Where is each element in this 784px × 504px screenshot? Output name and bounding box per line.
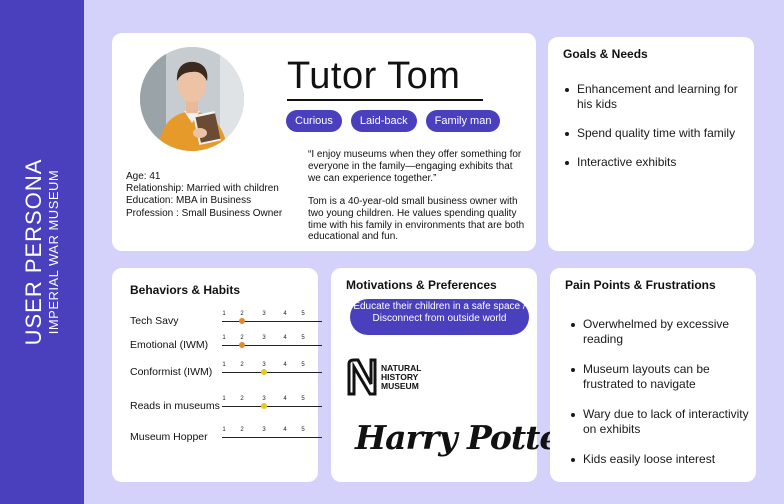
behavior-label: Emotional (IWM): [130, 339, 209, 351]
behavior-row: Emotional (IWM) 1 2 3 4 5: [130, 335, 322, 355]
scale-number: 4: [283, 396, 287, 402]
behavior-row: Museum Hopper 1 2 3 4 5: [130, 427, 322, 447]
scale-line: [222, 321, 322, 322]
persona-photo: [140, 47, 244, 151]
scale-line: [222, 406, 322, 407]
rating-dot: [261, 369, 267, 375]
scale-number: 2: [240, 427, 244, 433]
persona-name: Tutor Tom: [287, 55, 461, 97]
scale-number: 4: [283, 427, 287, 433]
motivations-card: Motivations & Preferences Educate their …: [331, 268, 577, 482]
scale-number: 5: [301, 396, 305, 402]
fact-education: Education: MBA in Business: [126, 195, 252, 207]
nhm-logo-text: NATURAL HISTORY MUSEUM: [381, 363, 421, 391]
list-item: Museum layouts can be frustrated to navi…: [571, 362, 751, 392]
persona-bio: Tom is a 40-year-old small business owne…: [308, 196, 525, 243]
scale-number: 5: [301, 362, 305, 368]
scale-number: 2: [240, 396, 244, 402]
scale-number: 3: [262, 335, 266, 341]
trait-tags: Curious Laid-back Family man: [286, 110, 501, 132]
scale-number: 1: [222, 311, 226, 317]
scale-number: 4: [283, 335, 287, 341]
scale-number: 4: [283, 311, 287, 317]
scale-number: 3: [262, 311, 266, 317]
behavior-label: Tech Savy: [130, 315, 179, 327]
fact-age: Age: 41: [126, 171, 161, 182]
natural-history-museum-logo: NATURAL HISTORY MUSEUM: [346, 358, 421, 396]
scale-number: 3: [262, 427, 266, 433]
list-item: Overwhelmed by excessive reading: [571, 317, 751, 347]
scale-line: [222, 345, 322, 346]
trait-tag: Laid-back: [350, 110, 417, 132]
museum-name: IMPERIAL WAR MUSEUM: [46, 169, 61, 335]
behavior-label: Museum Hopper: [130, 431, 208, 443]
motivations-title: Motivations & Preferences: [346, 278, 497, 292]
rating-dot: [239, 318, 245, 324]
name-underline: [287, 99, 483, 101]
persona-quote: “I enjoy museums when they offer somethi…: [308, 149, 522, 184]
rating-dot: [239, 342, 245, 348]
pain-points-title: Pain Points & Frustrations: [565, 278, 716, 292]
nhm-line: MUSEUM: [381, 380, 419, 391]
trait-tag: Family man: [425, 110, 501, 132]
scale-number: 3: [262, 396, 266, 402]
scale-line: [222, 437, 322, 438]
nhm-n-icon: [347, 358, 377, 396]
profile-card: Tutor Tom Curious Laid-back Family man A…: [112, 33, 536, 251]
persona-title: USER PERSONA: [21, 158, 46, 346]
fact-relationship: Relationship: Married with children: [126, 183, 279, 195]
harry-potter-logo: Harry Potter: [355, 418, 577, 457]
trait-tag: Curious: [286, 110, 342, 132]
behavior-label: Conformist (IWM): [130, 366, 213, 378]
behaviors-card: Behaviors & Habits Tech Savy 1 2 3 4 5 Emotion…: [112, 268, 322, 482]
rating-scale: 1 2 3 4 5: [222, 396, 322, 416]
list-item: Kids easily loose interest: [571, 452, 751, 467]
list-item: Enhancement and learning for his kids: [565, 82, 745, 112]
behaviors-title: Behaviors & Habits: [130, 283, 241, 297]
behavior-row: Conformist (IWM) 1 2 3 4 5: [130, 362, 322, 382]
pain-points-card: Pain Points & Frustrations Overwhelmed b…: [550, 268, 756, 482]
scale-number: 5: [301, 311, 305, 317]
goals-list: Enhancement and learning for his kids Sp…: [565, 82, 745, 170]
scale-number: 1: [222, 396, 226, 402]
avatar: [140, 47, 244, 151]
scale-number: 2: [240, 362, 244, 368]
list-item: Wary due to lack of interactivity on exh…: [571, 407, 751, 437]
motivation-pill: Educate their children in a safe space /…: [350, 299, 529, 335]
scale-number: 4: [283, 362, 287, 368]
rating-scale: 1 2 3 4 5: [222, 427, 322, 447]
goals-card: Goals & Needs Enhancement and learning f…: [548, 37, 754, 251]
scale-line: [222, 372, 322, 373]
rating-scale: 1 2 3 4 5: [222, 335, 322, 355]
sidebar-heading: USER PERSONA IMPERIAL WAR MUSEUM: [21, 158, 62, 346]
sidebar: USER PERSONA IMPERIAL WAR MUSEUM: [0, 0, 84, 504]
rating-dot: [261, 403, 267, 409]
behavior-row: Reads in museums 1 2 3 4 5: [130, 396, 322, 416]
list-item: Interactive exhibits: [565, 155, 745, 170]
persona-facts: Age: 41 Relationship: Married with child…: [126, 171, 282, 220]
list-item: Spend quality time with family: [565, 126, 745, 141]
behavior-row: Tech Savy 1 2 3 4 5: [130, 311, 322, 331]
rating-scale: 1 2 3 4 5: [222, 362, 322, 382]
scale-number: 2: [240, 311, 244, 317]
fact-profession: Profession : Small Business Owner: [126, 207, 283, 219]
scale-number: 2: [240, 335, 244, 341]
scale-number: 1: [222, 362, 226, 368]
rating-scale: 1 2 3 4 5: [222, 311, 322, 331]
scale-number: 5: [301, 427, 305, 433]
behavior-label: Reads in museums: [130, 400, 220, 412]
goals-title: Goals & Needs: [563, 47, 648, 61]
scale-number: 3: [262, 362, 266, 368]
scale-number: 5: [301, 335, 305, 341]
pain-points-list: Overwhelmed by excessive reading Museum …: [571, 317, 751, 467]
scale-number: 1: [222, 335, 226, 341]
scale-number: 1: [222, 427, 226, 433]
